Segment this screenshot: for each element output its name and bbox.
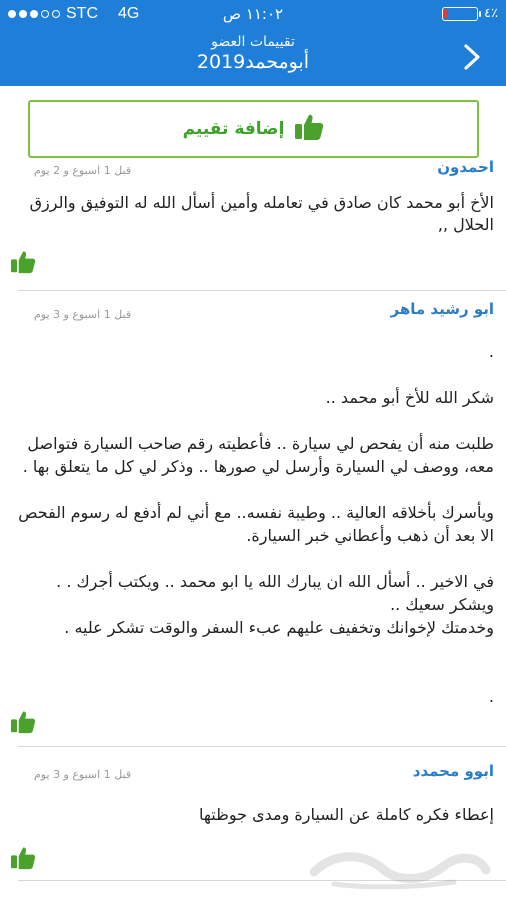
thumbs-up-icon[interactable] bbox=[10, 250, 36, 278]
review-text: إعطاء فكره كاملة عن السيارة ومدى جوظتها bbox=[199, 805, 494, 824]
battery-percent: ٤٪ bbox=[484, 6, 498, 21]
review-text: الأخ أبو محمد كان صادق في تعامله وأمين أ… bbox=[24, 193, 494, 234]
status-time: ١١:٠٢ ص bbox=[222, 5, 284, 23]
nav-title: أبومحمد2019 bbox=[196, 51, 310, 73]
battery-level bbox=[444, 8, 448, 18]
haraj-watermark-logo bbox=[304, 842, 494, 892]
review-text: . شكر الله للأخ أبو محمد .. طلبت منه أن … bbox=[18, 342, 494, 706]
review-time: قبل 1 اسبوع و 3 يوم bbox=[34, 768, 132, 781]
nav-subtitle: تقييمات العضو bbox=[211, 34, 295, 50]
battery-icon bbox=[442, 6, 482, 21]
header: STC 4G ١١:٠٢ ص ٤٪ تقييمات العضو أبومحمد2… bbox=[0, 0, 506, 86]
review-item: ابو رشيد ماهر قبل 1 اسبوع و 3 يوم . شكر … bbox=[0, 300, 506, 740]
thumbs-up-icon bbox=[294, 113, 324, 145]
divider bbox=[18, 290, 506, 291]
add-rating-button[interactable]: إضافة تقييم bbox=[28, 100, 479, 158]
add-rating-label: إضافة تقييم bbox=[182, 119, 285, 139]
thumbs-up-icon[interactable] bbox=[10, 846, 36, 874]
reviewer-name[interactable]: ابوو محمدد bbox=[413, 762, 494, 780]
reviewer-name[interactable]: ابو رشيد ماهر bbox=[391, 300, 494, 318]
review-item: احمدون قبل 1 اسبوع و 2 يوم الأخ أبو محمد… bbox=[0, 158, 506, 284]
thumbs-up-icon[interactable] bbox=[10, 710, 36, 738]
divider bbox=[18, 746, 506, 747]
reviewer-name[interactable]: احمدون bbox=[437, 158, 494, 176]
status-bar-right: ٤٪ bbox=[442, 6, 498, 21]
back-chevron-icon[interactable] bbox=[458, 42, 484, 72]
status-bar: STC 4G ١١:٠٢ ص ٤٪ bbox=[0, 0, 506, 28]
review-time: قبل 1 اسبوع و 3 يوم bbox=[34, 308, 132, 321]
nav-titles: تقييمات العضو أبومحمد2019 bbox=[0, 34, 506, 73]
review-time: قبل 1 اسبوع و 2 يوم bbox=[34, 164, 132, 177]
